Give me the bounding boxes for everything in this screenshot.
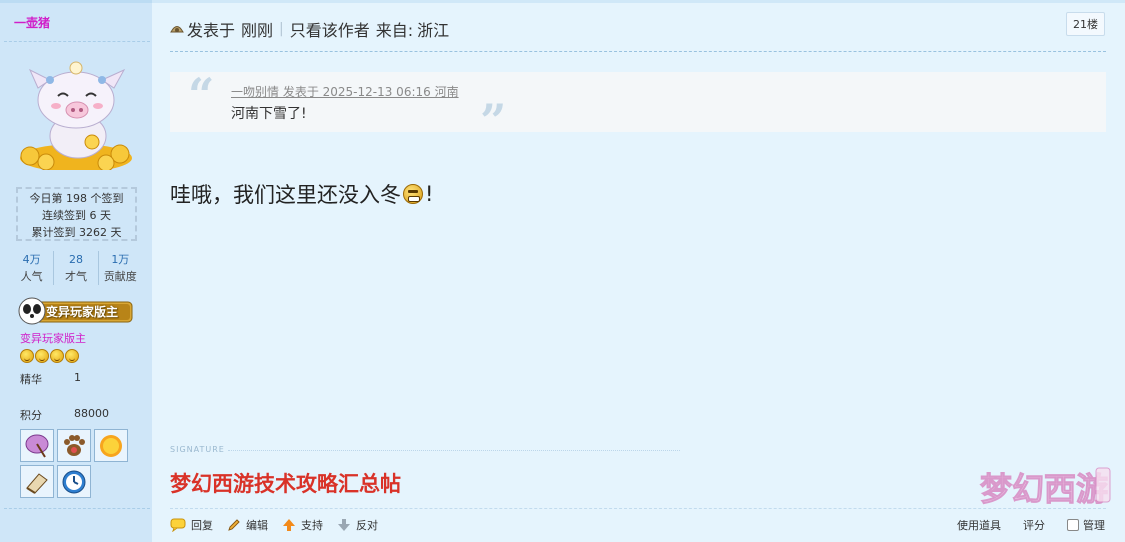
user-stats: 4万 人气 28 才气 1万 贡献度: [10, 251, 142, 285]
stat-value: 28: [68, 253, 83, 266]
essence-label: 精华: [20, 373, 42, 386]
stat-contribution[interactable]: 1万 贡献度: [97, 251, 142, 285]
post-message: 哇哦，我们这里还没入冬 !: [170, 179, 433, 209]
post-tools: 使用道具 评分 管理: [957, 517, 1105, 533]
only-author-link[interactable]: 只看该作者: [290, 17, 370, 41]
thumb-down-arrow-icon: [337, 518, 351, 532]
sidebar-divider: [4, 508, 150, 509]
posted-time: 刚刚: [241, 21, 274, 40]
smiley-icon: [50, 349, 64, 363]
clock-icon[interactable]: [57, 465, 91, 498]
smiley-icon: [20, 349, 34, 363]
use-item-button[interactable]: 使用道具: [957, 517, 1001, 533]
quote-source-link[interactable]: 一吻别情 发表于 2025-12-13 06:16 河南: [231, 83, 459, 100]
manage-button[interactable]: 管理: [1083, 517, 1105, 533]
checkin-today: 今日第 198 个签到: [29, 192, 124, 205]
stat-value: 1万: [111, 253, 130, 266]
stat-label: 才气: [64, 270, 87, 283]
edit-button[interactable]: 编辑: [227, 517, 268, 533]
posted-prefix: 发表于: [187, 21, 236, 40]
signature-divider: [228, 450, 680, 451]
open-quote-icon: “: [188, 68, 215, 122]
manage-checkbox[interactable]: [1067, 519, 1079, 531]
floor-number[interactable]: 21楼: [1066, 12, 1105, 36]
medal-list: [20, 429, 132, 498]
reply-label: 回复: [191, 519, 213, 532]
post-content: 发表于 刚刚 | 只看该作者 来自: 浙江 21楼 “ 一吻别情 发表于 202…: [152, 0, 1125, 542]
post-actions: 回复 编辑 支持 反对: [170, 517, 378, 533]
stat-popularity[interactable]: 4万 人气: [10, 251, 53, 285]
rate-button[interactable]: 评分: [1023, 517, 1045, 533]
points-value: 88000: [74, 407, 109, 420]
oppose-label: 反对: [356, 519, 378, 532]
points-label: 积分: [20, 409, 42, 422]
reply-button[interactable]: 回复: [170, 517, 213, 533]
sidebar-divider: [4, 41, 150, 42]
quote-text: 河南下雪了!: [231, 106, 307, 122]
essence-value[interactable]: 1: [74, 371, 81, 384]
header-divider: [170, 51, 1106, 52]
checkin-box: 今日第 198 个签到 连续签到 6 天 累计签到 3262 天: [16, 187, 137, 241]
smiley-icon: [65, 349, 79, 363]
post-header: 发表于 刚刚 | 只看该作者 来自: 浙江: [170, 17, 449, 41]
watermark-text: 梦幻西游: [980, 470, 1108, 508]
checkin-streak: 连续签到 6 天: [42, 209, 111, 222]
pencil-icon: [227, 518, 241, 532]
oppose-button[interactable]: 反对: [337, 517, 378, 533]
quote-block: “ 一吻别情 发表于 2025-12-13 06:16 河南 河南下雪了! ”: [170, 68, 1106, 144]
manage-control: 管理: [1067, 517, 1105, 533]
rank-stars: [20, 349, 79, 363]
checkin-total: 累计签到 3262 天: [31, 226, 122, 239]
stat-value: 4万: [22, 253, 41, 266]
support-label: 支持: [301, 519, 323, 532]
from-label: 来自:: [375, 21, 414, 40]
online-status-icon: [170, 23, 184, 35]
paw-icon[interactable]: [57, 429, 91, 462]
close-quote-icon: ”: [480, 94, 507, 148]
stat-label: 人气: [20, 270, 43, 283]
stat-talent[interactable]: 28 才气: [53, 251, 97, 285]
umbrella-icon[interactable]: [20, 429, 54, 462]
sun-icon[interactable]: [94, 429, 128, 462]
signature-link[interactable]: 梦幻西游技术攻略汇总帖: [170, 468, 401, 498]
badge-title: 变异玩家版主: [46, 305, 119, 319]
actions-divider: [170, 508, 1106, 509]
thumb-up-arrow-icon: [282, 518, 296, 532]
author-sidebar: 一壶猪 今日第 198 个签到 连续签到 6 天 累计签到 3262 天 4万 …: [0, 0, 152, 542]
edit-label: 编辑: [246, 519, 268, 532]
smiley-icon: [35, 349, 49, 363]
grin-emoji-icon: [403, 184, 423, 204]
message-text-end: !: [425, 182, 434, 206]
header-separator: |: [279, 21, 284, 37]
points-row: 积分 88000: [20, 407, 109, 423]
user-rank: 变异玩家版主: [20, 332, 86, 345]
stat-label: 贡献度: [103, 270, 137, 283]
book-icon[interactable]: [20, 465, 54, 498]
message-text: 哇哦，我们这里还没入冬: [170, 183, 401, 207]
reply-icon: [170, 518, 186, 532]
author-username[interactable]: 一壶猪: [14, 14, 50, 31]
essence-row: 精华 1: [20, 371, 81, 387]
support-button[interactable]: 支持: [282, 517, 323, 533]
signature-label: SIGNATURE: [170, 445, 225, 454]
from-place: 浙江: [417, 21, 450, 40]
avatar[interactable]: [20, 58, 132, 172]
